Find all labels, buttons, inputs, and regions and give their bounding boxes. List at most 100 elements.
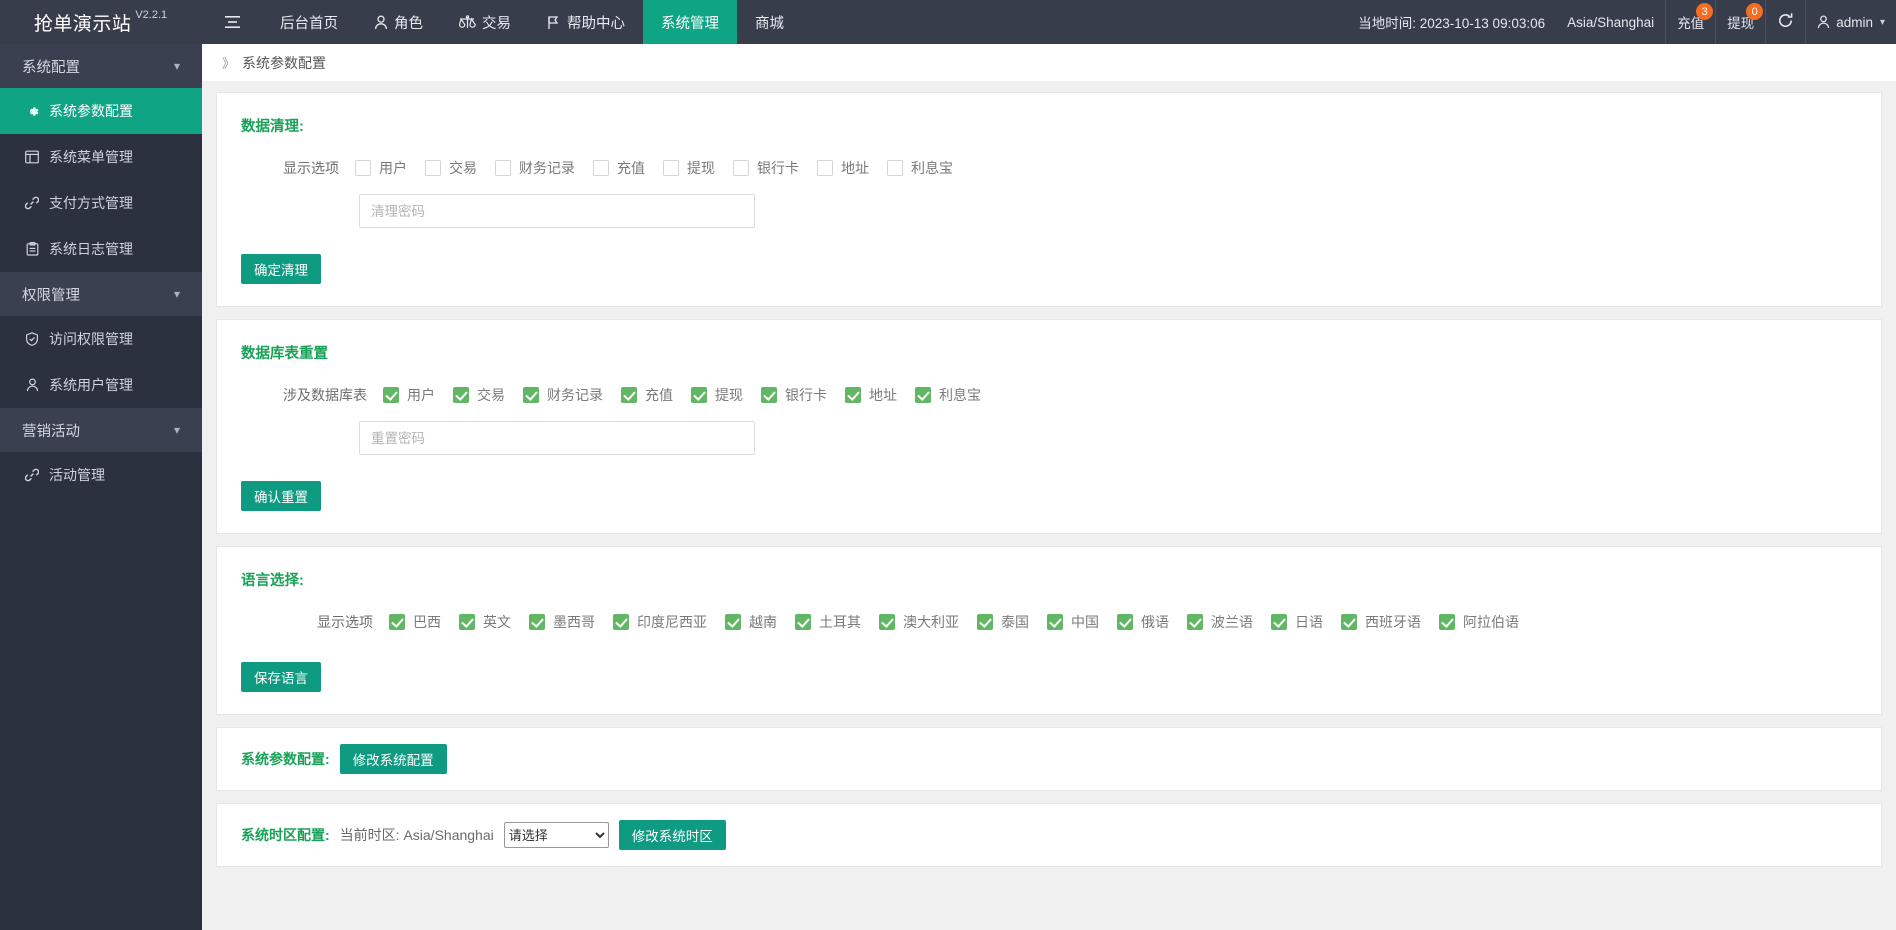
checkbox-user[interactable]: 用户 xyxy=(383,385,435,405)
nav-item-help[interactable]: 帮助中心 xyxy=(529,0,643,44)
checkbox-box[interactable] xyxy=(663,160,679,176)
checkbox-box[interactable] xyxy=(915,387,931,403)
checkbox-trade[interactable]: 交易 xyxy=(425,158,477,178)
checkbox-turkey[interactable]: 土耳其 xyxy=(795,612,861,632)
checkbox-box[interactable] xyxy=(453,387,469,403)
clean-submit-wrap: 确定清理 xyxy=(241,254,1857,284)
checkbox-box[interactable] xyxy=(1187,614,1203,630)
user-icon xyxy=(24,378,40,392)
sidebar-item-activity[interactable]: 活动管理 xyxy=(0,452,202,498)
checkbox-finance[interactable]: 财务记录 xyxy=(495,158,575,178)
nav-label-help: 帮助中心 xyxy=(567,12,625,33)
nav-item-system[interactable]: 系统管理 xyxy=(643,0,737,44)
checkbox-australia[interactable]: 澳大利亚 xyxy=(879,612,959,632)
checkbox-finance[interactable]: 财务记录 xyxy=(523,385,603,405)
checkbox-box[interactable] xyxy=(495,160,511,176)
sidebar-group-marketing[interactable]: 营销活动 ▾ xyxy=(0,408,202,452)
save-language-button[interactable]: 保存语言 xyxy=(241,662,321,692)
checkbox-recharge[interactable]: 充值 xyxy=(621,385,673,405)
sidebar-item-system-user[interactable]: 系统用户管理 xyxy=(0,362,202,408)
checkbox-address[interactable]: 地址 xyxy=(817,158,869,178)
checkbox-arabic[interactable]: 阿拉伯语 xyxy=(1439,612,1519,632)
checkbox-mexico[interactable]: 墨西哥 xyxy=(529,612,595,632)
checkbox-japanese[interactable]: 日语 xyxy=(1271,612,1323,632)
checkbox-bankcard[interactable]: 银行卡 xyxy=(761,385,827,405)
checkbox-box[interactable] xyxy=(1271,614,1287,630)
checkbox-box[interactable] xyxy=(425,160,441,176)
nav-item-home[interactable]: 后台首页 xyxy=(262,0,356,44)
checkbox-box[interactable] xyxy=(795,614,811,630)
clean-password-input[interactable] xyxy=(359,194,755,228)
withdraw-button[interactable]: 提现 0 xyxy=(1715,0,1765,44)
checkbox-box[interactable] xyxy=(691,387,707,403)
checkbox-withdraw[interactable]: 提现 xyxy=(663,158,715,178)
checkbox-box[interactable] xyxy=(845,387,861,403)
checkbox-box[interactable] xyxy=(887,160,903,176)
timezone-select[interactable]: 请选择 xyxy=(504,822,609,848)
nav-item-shop[interactable]: 商城 xyxy=(737,0,802,44)
sidebar-item-payment-method[interactable]: 支付方式管理 xyxy=(0,180,202,226)
checkbox-lixibao[interactable]: 利息宝 xyxy=(887,158,953,178)
checkbox-address[interactable]: 地址 xyxy=(845,385,897,405)
checkbox-box[interactable] xyxy=(977,614,993,630)
nav-item-trade[interactable]: 交易 xyxy=(441,0,529,44)
checkbox-box[interactable] xyxy=(389,614,405,630)
checkbox-indonesia[interactable]: 印度尼西亚 xyxy=(613,612,707,632)
checkbox-spanish[interactable]: 西班牙语 xyxy=(1341,612,1421,632)
checkbox-box[interactable] xyxy=(529,614,545,630)
checkbox-english[interactable]: 英文 xyxy=(459,612,511,632)
checkbox-box[interactable] xyxy=(1117,614,1133,630)
checkbox-box[interactable] xyxy=(879,614,895,630)
sidebar-group-permission[interactable]: 权限管理 ▾ xyxy=(0,272,202,316)
sidebar-item-system-menu[interactable]: 系统菜单管理 xyxy=(0,134,202,180)
checkbox-box[interactable] xyxy=(613,614,629,630)
brand-logo[interactable]: 抢单演示站 V2.2.1 xyxy=(0,0,202,44)
checkbox-russian[interactable]: 俄语 xyxy=(1117,612,1169,632)
checkbox-user[interactable]: 用户 xyxy=(355,158,407,178)
modify-timezone-button[interactable]: 修改系统时区 xyxy=(619,820,726,850)
checkbox-box[interactable] xyxy=(459,614,475,630)
checkbox-box[interactable] xyxy=(1341,614,1357,630)
checkbox-china[interactable]: 中国 xyxy=(1047,612,1099,632)
checkbox-brazil[interactable]: 巴西 xyxy=(389,612,441,632)
nav-item-role[interactable]: 角色 xyxy=(356,0,441,44)
user-menu[interactable]: admin ▾ xyxy=(1805,0,1896,44)
checkbox-box[interactable] xyxy=(817,160,833,176)
checkbox-box[interactable] xyxy=(761,387,777,403)
checkbox-box[interactable] xyxy=(733,160,749,176)
checkbox-box[interactable] xyxy=(355,160,371,176)
checkbox-polish[interactable]: 波兰语 xyxy=(1187,612,1253,632)
data-clean-options-label: 显示选项 xyxy=(283,158,339,178)
checkbox-withdraw[interactable]: 提现 xyxy=(691,385,743,405)
sidebar-group-system-config[interactable]: 系统配置 ▾ xyxy=(0,44,202,88)
confirm-reset-button[interactable]: 确认重置 xyxy=(241,481,321,511)
checkbox-label: 英文 xyxy=(483,612,511,632)
checkbox-thailand[interactable]: 泰国 xyxy=(977,612,1029,632)
checkbox-label: 波兰语 xyxy=(1211,612,1253,632)
checkbox-lixibao[interactable]: 利息宝 xyxy=(915,385,981,405)
checkbox-vietnam[interactable]: 越南 xyxy=(725,612,777,632)
checkbox-label: 巴西 xyxy=(413,612,441,632)
checkbox-box[interactable] xyxy=(383,387,399,403)
sidebar-item-system-params[interactable]: 系统参数配置 xyxy=(0,88,202,134)
confirm-clean-button[interactable]: 确定清理 xyxy=(241,254,321,284)
checkbox-bankcard[interactable]: 银行卡 xyxy=(733,158,799,178)
checkbox-recharge[interactable]: 充值 xyxy=(593,158,645,178)
sidebar-item-label: 系统参数配置 xyxy=(49,101,133,121)
hamburger-icon[interactable] xyxy=(202,0,262,44)
modify-system-config-button[interactable]: 修改系统配置 xyxy=(340,744,447,774)
checkbox-box[interactable] xyxy=(1047,614,1063,630)
sidebar-item-access-permission[interactable]: 访问权限管理 xyxy=(0,316,202,362)
checkbox-box[interactable] xyxy=(1439,614,1455,630)
checkbox-box[interactable] xyxy=(725,614,741,630)
withdraw-badge: 0 xyxy=(1746,3,1763,20)
sidebar-item-system-log[interactable]: 系统日志管理 xyxy=(0,226,202,272)
reset-password-input[interactable] xyxy=(359,421,755,455)
reset-submit-wrap: 确认重置 xyxy=(241,481,1857,511)
checkbox-box[interactable] xyxy=(523,387,539,403)
checkbox-trade[interactable]: 交易 xyxy=(453,385,505,405)
refresh-button[interactable] xyxy=(1765,0,1805,44)
checkbox-box[interactable] xyxy=(621,387,637,403)
checkbox-box[interactable] xyxy=(593,160,609,176)
recharge-button[interactable]: 充值 3 xyxy=(1665,0,1715,44)
